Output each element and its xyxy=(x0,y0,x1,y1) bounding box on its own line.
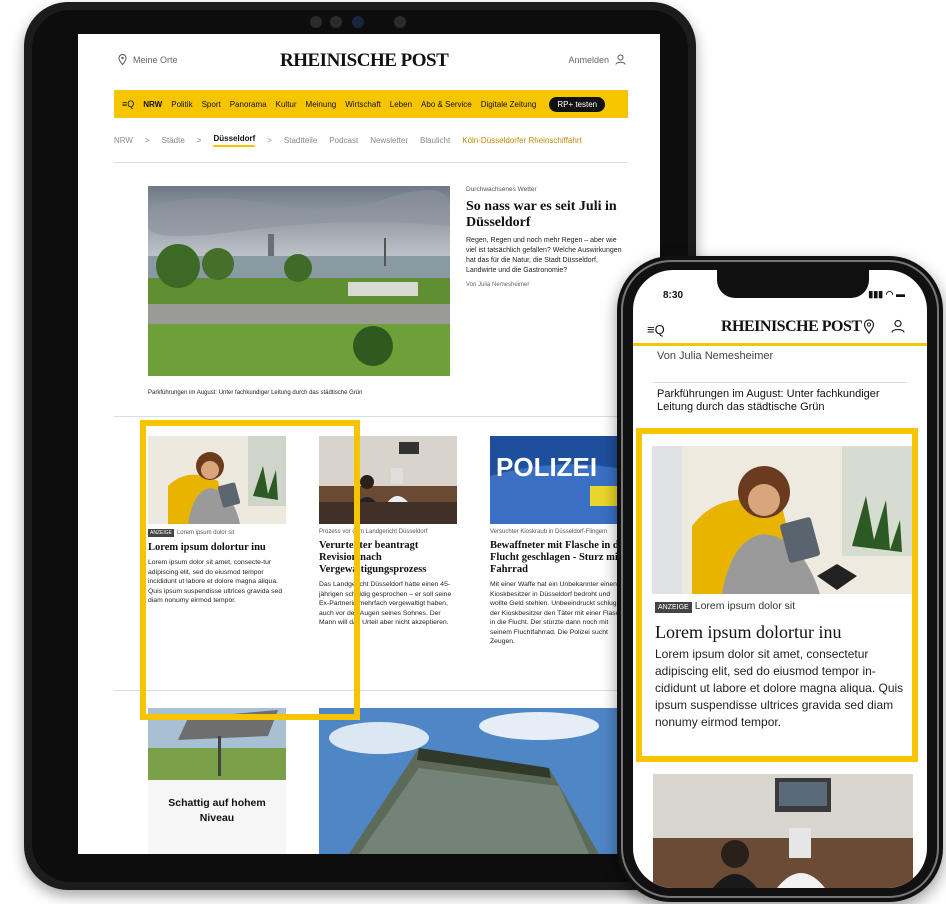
nav-item-leben[interactable]: Leben xyxy=(390,100,412,109)
hero-teaser[interactable]: Durchwachsenes Wetter So nass war es sei… xyxy=(466,186,626,288)
nav-item-digitale-zeitung[interactable]: Digitale Zeitung xyxy=(481,100,537,109)
article-card[interactable]: POLIZEI Versuchter Kioskraub in Düsseldo… xyxy=(490,436,628,647)
ad-card-2[interactable]: Schattig auf hohem Niveau xyxy=(148,708,286,854)
hero-title[interactable]: So nass war es seit Juli in Düsseldorf xyxy=(466,199,626,231)
site-header: Meine Orte RHEINISCHE POST Anmelden xyxy=(114,46,628,76)
breadcrumb-duesseldorf[interactable]: Düsseldorf xyxy=(213,134,256,147)
breadcrumb-separator: > xyxy=(144,136,150,145)
tablet-device: Meine Orte RHEINISCHE POST Anmelden ≡Q N… xyxy=(24,2,696,890)
highlight-frame xyxy=(636,428,918,762)
nav-item-meinung[interactable]: Meinung xyxy=(306,100,337,109)
article-title[interactable]: Bewaffneter mit Flasche in die Flucht ge… xyxy=(490,540,628,576)
breadcrumb-separator: > xyxy=(267,136,272,145)
status-icons: ▮▮▮ ◠ ▬ xyxy=(868,289,905,299)
subnav-stadtteile[interactable]: Stadtteile xyxy=(284,136,317,145)
nav-item-nrw[interactable]: NRW xyxy=(143,100,162,109)
hero-text: Regen, Regen und noch mehr Regen – aber … xyxy=(466,237,622,274)
nav-item-panorama[interactable]: Panorama xyxy=(230,100,267,109)
highlight-frame xyxy=(140,420,360,720)
subnav-newsletter[interactable]: Newsletter xyxy=(370,136,408,145)
police-sign-text: POLIZEI xyxy=(496,452,597,482)
breadcrumb-staedte[interactable]: Städte xyxy=(162,136,185,145)
main-nav: ≡Q NRW Politik Sport Panorama Kultur Mei… xyxy=(114,90,628,118)
nav-item-politik[interactable]: Politik xyxy=(171,100,192,109)
login-label: Anmelden xyxy=(568,54,609,65)
byline: Von Julia Nemesheimer xyxy=(657,350,774,362)
pin-icon xyxy=(118,54,127,65)
article-card-image: POLIZEI xyxy=(490,436,628,524)
menu-search-icon[interactable]: ≡Q xyxy=(122,99,134,109)
divider xyxy=(114,416,628,417)
rhine-landscape-image xyxy=(148,186,450,376)
camera-dot xyxy=(394,16,406,28)
article-link[interactable]: Parkführungen im August: Unter fachkundi… xyxy=(657,388,907,414)
nav-item-abo[interactable]: Abo & Service xyxy=(421,100,472,109)
nav-item-sport[interactable]: Sport xyxy=(202,100,221,109)
status-time: 8:30 xyxy=(663,290,684,301)
tablet-screen: Meine Orte RHEINISCHE POST Anmelden ≡Q N… xyxy=(78,34,660,854)
login-link[interactable]: Anmelden xyxy=(568,54,626,65)
menu-search-icon[interactable]: ≡Q xyxy=(647,322,665,337)
subnav-rheinschiffahrt[interactable]: Köln-Düsseldorfer Rheinschiffahrt xyxy=(462,136,581,145)
nav-item-wirtschaft[interactable]: Wirtschaft xyxy=(345,100,381,109)
building-image xyxy=(319,708,628,854)
ad2-title: Schattig auf hohem Niveau xyxy=(168,797,266,824)
phone-device: 8:30 ▮▮▮ ◠ ▬ ≡Q RHEINISCHE POST Von Juli… xyxy=(617,256,943,902)
mobile-header: ≡Q RHEINISCHE POST xyxy=(633,310,927,346)
subnav-blaulicht[interactable]: Blaulicht xyxy=(420,136,450,145)
shopping-center-image[interactable] xyxy=(319,708,628,854)
hero-caption-link[interactable]: Parkführungen im August: Unter fachkundi… xyxy=(148,390,362,396)
police-car-image: POLIZEI xyxy=(490,436,628,524)
site-logo[interactable]: RHEINISCHE POST xyxy=(721,318,862,336)
nav-item-kultur[interactable]: Kultur xyxy=(276,100,297,109)
courtroom-photo xyxy=(653,774,913,888)
camera-lens xyxy=(352,16,364,28)
rp-plus-button[interactable]: RP+ testen xyxy=(549,96,606,112)
hero-kicker: Durchwachsenes Wetter xyxy=(466,186,537,193)
courtroom-image[interactable] xyxy=(653,774,913,888)
user-icon[interactable] xyxy=(891,319,905,336)
phone-notch xyxy=(717,270,869,298)
site-logo[interactable]: RHEINISCHE POST xyxy=(280,50,449,72)
breadcrumb: NRW > Städte > Düsseldorf > Stadtteile P… xyxy=(114,134,628,147)
article-kicker: Versuchter Kioskraub in Düsseldorf-Fling… xyxy=(490,529,608,535)
breadcrumb-nrw[interactable]: NRW xyxy=(114,136,133,145)
phone-screen: 8:30 ▮▮▮ ◠ ▬ ≡Q RHEINISCHE POST Von Juli… xyxy=(633,270,927,888)
hero-byline: Von Julia Nemesheimer xyxy=(466,282,530,288)
divider xyxy=(114,162,628,163)
camera-dot xyxy=(310,16,322,28)
subnav-podcast[interactable]: Podcast xyxy=(329,136,358,145)
camera-dot xyxy=(330,16,342,28)
location-link[interactable]: Meine Orte xyxy=(118,54,178,65)
divider xyxy=(653,382,907,383)
article-text: Mit einer Waffe hat ein Unbekannter eine… xyxy=(490,581,627,645)
location-label: Meine Orte xyxy=(133,54,178,65)
user-icon xyxy=(615,54,626,65)
breadcrumb-separator: > xyxy=(196,136,202,145)
hero-image[interactable] xyxy=(148,186,450,376)
pin-icon[interactable] xyxy=(863,319,875,337)
